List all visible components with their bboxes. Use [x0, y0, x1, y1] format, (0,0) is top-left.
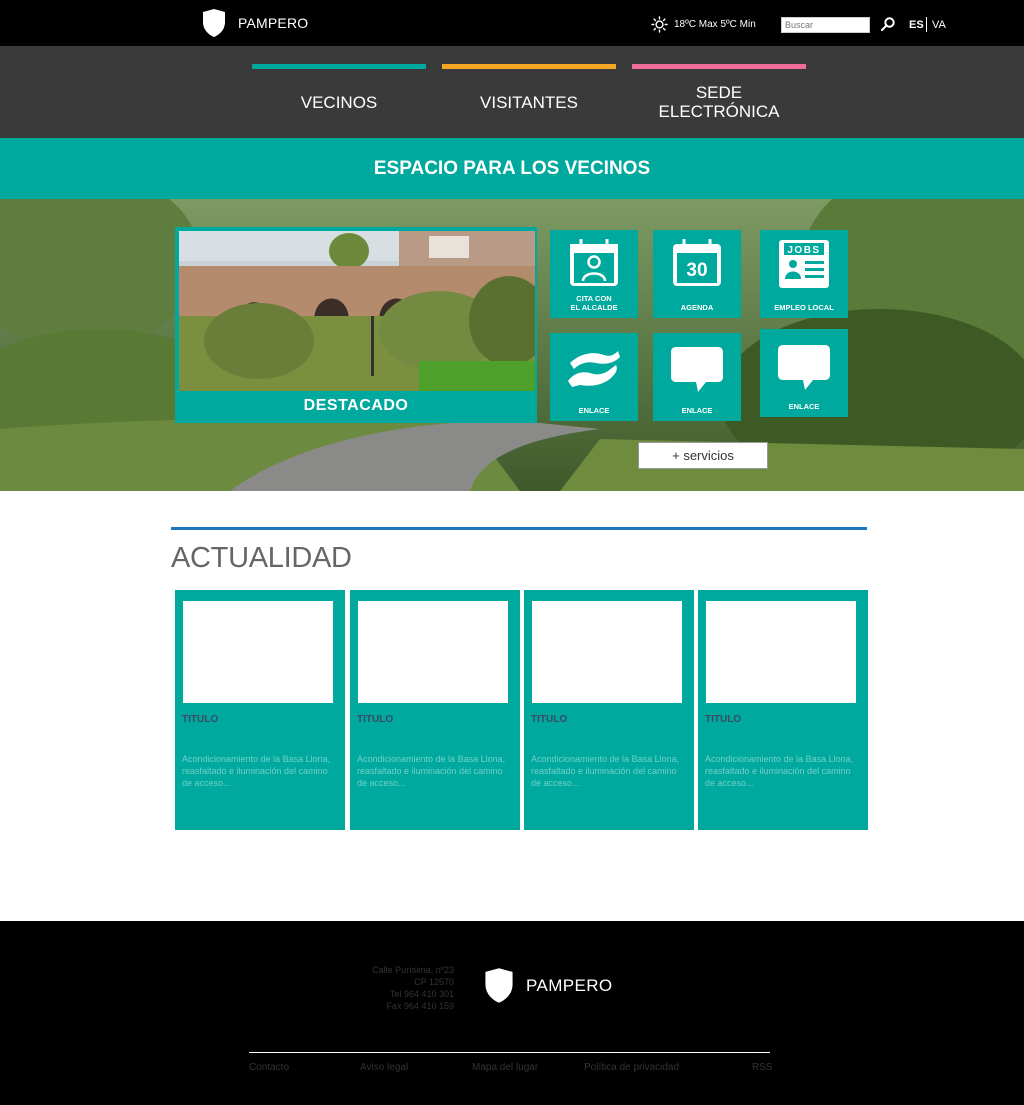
hero-banner: DESTACADO CITA CON EL ALCALDE 30 AGENDA: [0, 199, 1024, 491]
news-heading: ACTUALIDAD: [171, 542, 352, 574]
news-card-title: TITULO: [705, 714, 742, 725]
news-card[interactable]: TITULO Acondicionamiento de la Basa Llon…: [698, 590, 868, 830]
tile-label: AGENDA: [680, 303, 714, 312]
tab-label: VISITANTES: [480, 92, 578, 112]
jobs-icon: JOBS: [779, 240, 829, 288]
tile-enlace-2[interactable]: ENLACE: [653, 333, 741, 421]
sun-icon: [651, 16, 668, 33]
brand-logo[interactable]: PAMPERO: [202, 8, 308, 38]
news-card-title: TITULO: [182, 714, 219, 725]
address-line: CP 12570: [414, 977, 454, 987]
tile-label: EMPLEO LOCAL: [774, 303, 834, 312]
tile-enlace-1[interactable]: ENLACE: [550, 333, 638, 421]
news-card[interactable]: TITULO Acondicionamiento de la Basa Llon…: [350, 590, 520, 830]
footer-link-contacto[interactable]: Contacto: [249, 1062, 289, 1073]
language-es[interactable]: ES: [909, 19, 924, 31]
speech-bubble-icon: [671, 347, 723, 392]
speech-bubble-icon: [778, 345, 830, 390]
calendar-person-icon: [570, 239, 618, 286]
weather-widget: 18ºC Max 5ºC Min: [651, 16, 756, 33]
tab-vecinos[interactable]: VECINOS: [252, 64, 426, 134]
news-card-image: [532, 601, 682, 703]
tile-label: ENLACE: [578, 406, 610, 415]
footer-link-mapa[interactable]: Mapa del lugar: [472, 1062, 538, 1073]
news-card-text: Acondicionamiento de la Basa Llona, reas…: [531, 754, 680, 788]
featured-label: DESTACADO: [303, 397, 409, 414]
address-line: Calle Purísima, nº23: [372, 965, 454, 975]
helping-hands-icon: [568, 351, 620, 387]
address-line: Fax 964 410 159: [386, 1001, 454, 1011]
footer-address: Calle Purísima, nº23 CP 12570 Tel 964 41…: [330, 964, 454, 1012]
tile-label: ENLACE: [788, 402, 820, 411]
footer-brand-name: PAMPERO: [526, 975, 613, 995]
tile-agenda[interactable]: 30 AGENDA: [653, 230, 741, 318]
search-input[interactable]: [781, 17, 870, 33]
news-card-text: Acondicionamiento de la Basa Llona, reas…: [357, 754, 506, 788]
news-card-text: Acondicionamiento de la Basa Llona, reas…: [182, 754, 331, 788]
featured-photo-bridge: [179, 231, 535, 391]
tab-label: SEDE ELECTRÓNICA: [658, 83, 780, 121]
tab-sede-electronica[interactable]: SEDE ELECTRÓNICA: [632, 64, 806, 134]
news-card[interactable]: TITULO Acondicionamiento de la Basa Llon…: [524, 590, 694, 830]
footer-link-rss[interactable]: RSS: [752, 1062, 773, 1073]
tab-visitantes[interactable]: VISITANTES: [442, 64, 616, 134]
shield-icon: [203, 9, 225, 37]
news-card[interactable]: TITULO Acondicionamiento de la Basa Llon…: [175, 590, 345, 830]
featured-card[interactable]: DESTACADO: [175, 227, 537, 423]
more-services-button[interactable]: + servicios: [638, 442, 768, 469]
section-band: ESPACIO PARA LOS VECINOS: [0, 138, 1024, 199]
news-card-text: Acondicionamiento de la Basa Llona, reas…: [705, 754, 854, 788]
address-line: Tel 964 410 301: [389, 989, 454, 999]
brand-name: PAMPERO: [238, 15, 309, 31]
jobs-badge: JOBS: [787, 245, 820, 256]
news-card-image: [706, 601, 856, 703]
agenda-day: 30: [686, 260, 707, 281]
news-card-image: [358, 601, 508, 703]
tab-accent-bar: [252, 64, 426, 69]
tab-accent-bar: [442, 64, 616, 69]
tile-label: CITA CON EL ALCALDE: [570, 294, 618, 312]
footer-divider: [249, 1052, 770, 1053]
tab-label: VECINOS: [300, 92, 378, 112]
tile-cita-alcalde[interactable]: CITA CON EL ALCALDE: [550, 230, 638, 318]
news-card-title: TITULO: [531, 714, 568, 725]
search-icon[interactable]: [880, 16, 896, 32]
tile-empleo-local[interactable]: JOBS EMPLEO LOCAL: [760, 230, 848, 318]
main-navigation: VECINOS VISITANTES SEDE ELECTRÓNICA: [0, 46, 1024, 138]
language-separator: [926, 17, 927, 32]
section-title: ESPACIO PARA LOS VECINOS: [373, 157, 651, 179]
footer-logo[interactable]: PAMPERO: [484, 967, 613, 1004]
shield-icon: [485, 968, 513, 1003]
news-card-title: TITULO: [357, 714, 394, 725]
tile-label: ENLACE: [681, 406, 713, 415]
calendar-30-icon: 30: [673, 239, 721, 286]
footer: Calle Purísima, nº23 CP 12570 Tel 964 41…: [0, 921, 1024, 1105]
footer-link-aviso-legal[interactable]: Aviso legal: [360, 1062, 408, 1073]
language-va[interactable]: VA: [932, 19, 946, 31]
footer-link-privacidad[interactable]: Política de privacidad: [584, 1062, 679, 1073]
news-divider: [171, 527, 867, 530]
news-card-image: [183, 601, 333, 703]
weather-text: 18ºC Max 5ºC Min: [674, 19, 756, 30]
top-bar: PAMPERO 18ºC Max 5ºC Min ES VA: [0, 0, 1024, 46]
tile-enlace-3[interactable]: ENLACE: [760, 329, 848, 417]
tab-accent-bar: [632, 64, 806, 69]
